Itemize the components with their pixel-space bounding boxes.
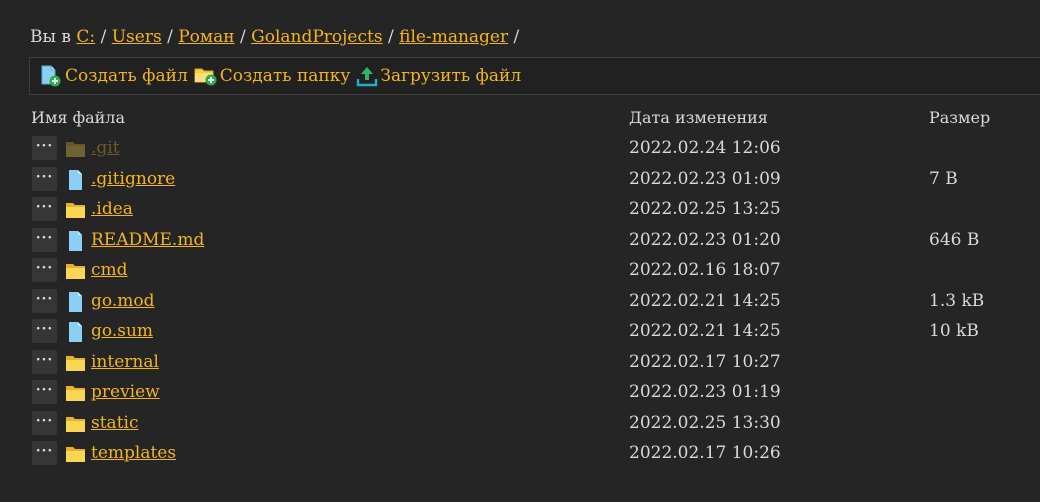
breadcrumb-part-drive[interactable]: C: (76, 27, 95, 47)
file-modified: 2022.02.17 10:26 (629, 443, 781, 463)
row-menu-button[interactable]: ··· (32, 136, 57, 160)
folder-icon (66, 203, 85, 218)
file-name-link[interactable]: .gitignore (91, 168, 175, 190)
file-modified: 2022.02.23 01:20 (629, 230, 781, 250)
breadcrumb-separator: / (100, 27, 107, 47)
folder-icon (66, 417, 85, 432)
table-row: ··· .git 2022.02.24 12:06 (0, 136, 1040, 162)
new-folder-icon (194, 68, 217, 86)
file-name-link[interactable]: static (91, 412, 138, 434)
create-folder-label: Создать папку (219, 66, 351, 86)
file-modified: 2022.02.23 01:19 (629, 382, 781, 402)
row-menu-button[interactable]: ··· (32, 319, 57, 343)
file-size: 1.3 kB (929, 291, 985, 311)
table-row: ··· preview 2022.02.23 01:19 (0, 380, 1040, 406)
file-icon (69, 322, 82, 342)
breadcrumb-separator: / (513, 27, 520, 47)
table-row: ··· internal 2022.02.17 10:27 (0, 350, 1040, 376)
file-icon (69, 231, 82, 251)
row-menu-button[interactable]: ··· (32, 228, 57, 252)
file-modified: 2022.02.17 10:27 (629, 352, 781, 372)
breadcrumb-part-user[interactable]: Роман (178, 27, 234, 47)
breadcrumb-prefix: Вы в (30, 27, 71, 47)
file-name-link[interactable]: .git (91, 137, 120, 159)
file-name-link[interactable]: go.mod (91, 290, 154, 312)
folder-icon (66, 142, 85, 157)
folder-icon (66, 356, 85, 371)
row-menu-button[interactable]: ··· (32, 441, 57, 465)
file-size: 7 B (929, 169, 958, 189)
table-row: ··· README.md 2022.02.23 01:20 646 B (0, 228, 1040, 254)
file-icon (69, 292, 82, 312)
column-header-modified[interactable]: Дата изменения (629, 108, 768, 128)
file-icon (69, 170, 82, 190)
upload-file-label: Загрузить файл (380, 66, 522, 86)
file-name-link[interactable]: README.md (91, 229, 204, 251)
folder-icon (66, 264, 85, 279)
folder-icon (66, 447, 85, 462)
create-file-label: Создать файл (65, 66, 188, 86)
file-name-link[interactable]: go.sum (91, 320, 153, 342)
row-menu-button[interactable]: ··· (32, 380, 57, 404)
file-modified: 2022.02.25 13:25 (629, 199, 781, 219)
file-name-link[interactable]: templates (91, 442, 176, 464)
table-row: ··· templates 2022.02.17 10:26 (0, 441, 1040, 467)
table-row: ··· go.mod 2022.02.21 14:25 1.3 kB (0, 289, 1040, 315)
breadcrumb-part-projects[interactable]: GolandProjects (251, 27, 382, 47)
breadcrumb-separator: / (167, 27, 173, 47)
create-folder-button[interactable]: Создать папку (194, 65, 351, 87)
table-row: ··· static 2022.02.25 13:30 (0, 411, 1040, 437)
file-modified: 2022.02.16 18:07 (629, 260, 781, 280)
breadcrumb-part-current[interactable]: file-manager (399, 27, 508, 47)
row-menu-button[interactable]: ··· (32, 289, 57, 313)
breadcrumb-separator: / (240, 27, 246, 47)
file-modified: 2022.02.21 14:25 (629, 321, 781, 341)
row-menu-button[interactable]: ··· (32, 258, 57, 282)
file-size: 10 kB (929, 321, 979, 341)
toolbar: Создать файл Создать папку Загрузить фай… (29, 57, 1040, 95)
file-name-link[interactable]: cmd (91, 259, 128, 281)
file-modified: 2022.02.21 14:25 (629, 291, 781, 311)
file-name-link[interactable]: preview (91, 381, 160, 403)
column-header-name[interactable]: Имя файла (31, 108, 125, 128)
file-modified: 2022.02.23 01:09 (629, 169, 781, 189)
table-row: ··· .idea 2022.02.25 13:25 (0, 197, 1040, 223)
file-name-link[interactable]: .idea (91, 198, 133, 220)
row-menu-button[interactable]: ··· (32, 167, 57, 191)
table-row: ··· cmd 2022.02.16 18:07 (0, 258, 1040, 284)
file-size: 646 B (929, 230, 980, 250)
upload-icon (357, 67, 378, 87)
table-row: ··· go.sum 2022.02.21 14:25 10 kB (0, 319, 1040, 345)
breadcrumb: Вы в C: / Users / Роман / GolandProjects… (30, 26, 519, 48)
folder-icon (66, 386, 85, 401)
file-name-link[interactable]: internal (91, 351, 159, 373)
upload-file-button[interactable]: Загрузить файл (356, 65, 521, 87)
file-modified: 2022.02.25 13:30 (629, 413, 781, 433)
column-header-size[interactable]: Размер (929, 108, 990, 128)
create-file-button[interactable]: Создать файл (39, 65, 188, 87)
breadcrumb-part-users[interactable]: Users (112, 27, 162, 47)
table-row: ··· .gitignore 2022.02.23 01:09 7 B (0, 167, 1040, 193)
file-modified: 2022.02.24 12:06 (629, 138, 781, 158)
row-menu-button[interactable]: ··· (32, 197, 57, 221)
row-menu-button[interactable]: ··· (32, 350, 57, 374)
new-file-icon (41, 65, 61, 87)
file-manager-page: Вы в C: / Users / Роман / GolandProjects… (0, 0, 1040, 502)
row-menu-button[interactable]: ··· (32, 411, 57, 435)
breadcrumb-separator: / (387, 27, 394, 47)
